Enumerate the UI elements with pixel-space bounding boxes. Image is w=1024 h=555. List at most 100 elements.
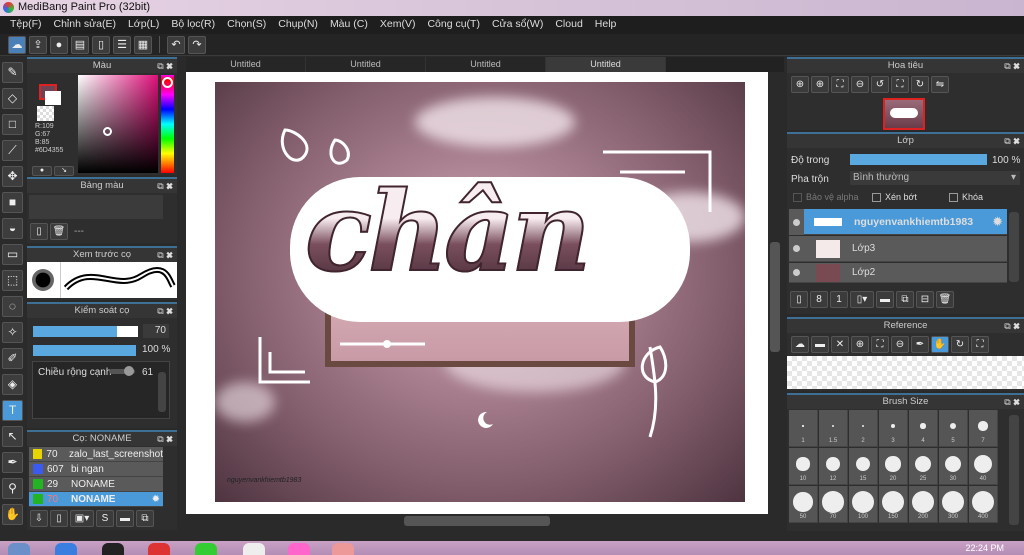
brush-size-cell[interactable]: 4	[909, 410, 938, 447]
brush-size-cell[interactable]: 300	[939, 486, 968, 523]
zoom-actual-icon[interactable]: ⊕	[791, 76, 809, 93]
menu-cloud[interactable]: Cloud	[549, 16, 588, 34]
eyedropper-icon[interactable]: ⚲	[2, 478, 23, 499]
layer-row[interactable]: Lớp2	[789, 263, 1007, 283]
brush-size-cell[interactable]: 12	[819, 448, 848, 485]
panel-close-icon[interactable]: ⧉ ✖	[157, 248, 173, 262]
visibility-icon[interactable]	[793, 245, 800, 252]
move-tool-icon[interactable]: ✥	[2, 166, 23, 187]
lock-checkbox[interactable]: Khóa	[949, 192, 983, 203]
fit-window-icon[interactable]: ⛶	[971, 336, 989, 353]
brush-control-scrollbar[interactable]	[158, 372, 166, 412]
duplicate-icon[interactable]: ⧉	[136, 510, 154, 527]
swap-color-icon[interactable]: ●	[32, 166, 52, 176]
start-button-icon[interactable]	[8, 543, 30, 555]
hand-icon[interactable]: ✋	[931, 336, 949, 353]
zoom-out-icon[interactable]: ⊖	[851, 76, 869, 93]
menu-edit[interactable]: Chỉnh sửa(E)	[48, 16, 122, 34]
brush-size-cell[interactable]: 5	[939, 410, 968, 447]
share-icon[interactable]: ⇪	[29, 36, 47, 54]
gear-icon[interactable]: ✹	[152, 494, 160, 505]
brush-size-cell[interactable]: 3	[879, 410, 908, 447]
panel-close-icon[interactable]: ⧉ ✖	[157, 304, 173, 318]
taskbar-app-icon[interactable]	[195, 543, 217, 555]
visibility-icon[interactable]	[793, 219, 800, 226]
bucket-tool-icon[interactable]: ◒	[2, 218, 23, 239]
taskbar-app-icon[interactable]	[148, 543, 170, 555]
brush-size-cell[interactable]: 7	[969, 410, 998, 447]
select-eraser-icon[interactable]: ◈	[2, 374, 23, 395]
new-1bit-layer-icon[interactable]: 1	[830, 291, 848, 308]
brush-size-cell[interactable]: 1.5	[819, 410, 848, 447]
fit-window-icon[interactable]: ⛶	[891, 76, 909, 93]
rectangle-tool-icon[interactable]: □	[2, 114, 23, 135]
menu-view[interactable]: Xem(V)	[374, 16, 422, 34]
menu-color[interactable]: Màu (C)	[324, 16, 374, 34]
select-rect-icon[interactable]: ⬚	[2, 270, 23, 291]
cloud-upload-icon[interactable]: ☁	[791, 336, 809, 353]
gear-icon[interactable]: ✹	[992, 214, 1003, 230]
zoom-in-icon[interactable]: ⊕	[851, 336, 869, 353]
menu-tools[interactable]: Công cụ(T)	[421, 16, 486, 34]
blend-mode-select[interactable]: Bình thường ▾	[850, 171, 1020, 185]
protect-alpha-checkbox[interactable]: Bảo vệ alpha	[793, 192, 859, 203]
layer-row[interactable]: Lớp3	[789, 236, 1007, 262]
flip-icon[interactable]: ⇋	[931, 76, 949, 93]
delete-palette-icon[interactable]: 🗑	[50, 223, 68, 240]
brush-size-cell[interactable]: 100	[849, 486, 878, 523]
reference-area[interactable]	[787, 356, 1024, 389]
layer-row-selected[interactable]: nguyenvankhiemtb1983 ✹	[804, 209, 1007, 235]
lasso-icon[interactable]: ◌	[2, 296, 23, 317]
eyedropper-icon[interactable]: ✒	[911, 336, 929, 353]
canvas[interactable]: chân nguyenvankhiemtb1983	[186, 72, 768, 514]
add-layer-dropdown-icon[interactable]: ▯▾	[850, 291, 874, 308]
brush-size-cell[interactable]: 20	[879, 448, 908, 485]
zoom-out-icon[interactable]: ⊖	[891, 336, 909, 353]
brush-item[interactable]: 70 zalo_last_screenshot	[29, 447, 163, 462]
taskbar-app-icon[interactable]	[102, 543, 124, 555]
folder-icon[interactable]: ▬	[116, 510, 134, 527]
brush-size-cell[interactable]: 150	[879, 486, 908, 523]
brush-size-cell[interactable]: 50	[789, 486, 818, 523]
rotate-icon[interactable]: ↻	[951, 336, 969, 353]
new-brush-icon[interactable]: ▯	[50, 510, 68, 527]
brush-opacity-slider[interactable]	[33, 345, 136, 356]
cloud-download-icon[interactable]: ⇩	[30, 510, 48, 527]
menu-window[interactable]: Cửa sổ(W)	[486, 16, 549, 34]
message-icon[interactable]: ▤	[71, 36, 89, 54]
edge-width-slider[interactable]	[109, 366, 135, 376]
script-icon[interactable]: S	[96, 510, 114, 527]
grid-icon[interactable]: ▦	[134, 36, 152, 54]
palette-area[interactable]	[29, 195, 163, 219]
rotate-right-icon[interactable]: ↻	[911, 76, 929, 93]
taskbar-app-icon[interactable]	[332, 543, 354, 555]
brush-size-cell[interactable]: 10	[789, 448, 818, 485]
brush-item[interactable]: 607 bi ngan	[29, 462, 163, 477]
redo-icon[interactable]: ↷	[188, 36, 206, 54]
polyline-tool-icon[interactable]: ⟋	[2, 140, 23, 161]
brush-size-cell[interactable]: 1	[789, 410, 818, 447]
select-pen-icon[interactable]: ✐	[2, 348, 23, 369]
hand-tool-icon[interactable]: ✋	[2, 504, 23, 525]
saturation-value-picker[interactable]	[78, 75, 158, 173]
brush-size-cell[interactable]: 15	[849, 448, 878, 485]
list-icon[interactable]: ☰	[113, 36, 131, 54]
close-icon[interactable]: ✕	[831, 336, 849, 353]
canvas-horizontal-scrollbar[interactable]	[186, 514, 768, 528]
menu-snap[interactable]: Chụp(N)	[272, 16, 324, 34]
fill-rect-tool-icon[interactable]: ■	[2, 192, 23, 213]
new-palette-icon[interactable]: ▯	[30, 223, 48, 240]
tab-untitled-2[interactable]: Untitled	[306, 57, 426, 72]
fit-icon[interactable]: ⛶	[831, 76, 849, 93]
menu-help[interactable]: Help	[589, 16, 623, 34]
panel-close-icon[interactable]: ⧉ ✖	[1004, 319, 1020, 333]
menu-select[interactable]: Chọn(S)	[221, 16, 272, 34]
duplicate-layer-icon[interactable]: ⧉	[896, 291, 914, 308]
fit-icon[interactable]: ⛶	[871, 336, 889, 353]
taskbar-app-icon[interactable]	[243, 543, 265, 555]
page-icon[interactable]: ▯	[92, 36, 110, 54]
new-layer-icon[interactable]: ▯	[790, 291, 808, 308]
text-tool-icon[interactable]: T	[2, 400, 23, 421]
brush-tool-icon[interactable]: ✎	[2, 62, 23, 83]
brush-size-cell[interactable]: 2	[849, 410, 878, 447]
